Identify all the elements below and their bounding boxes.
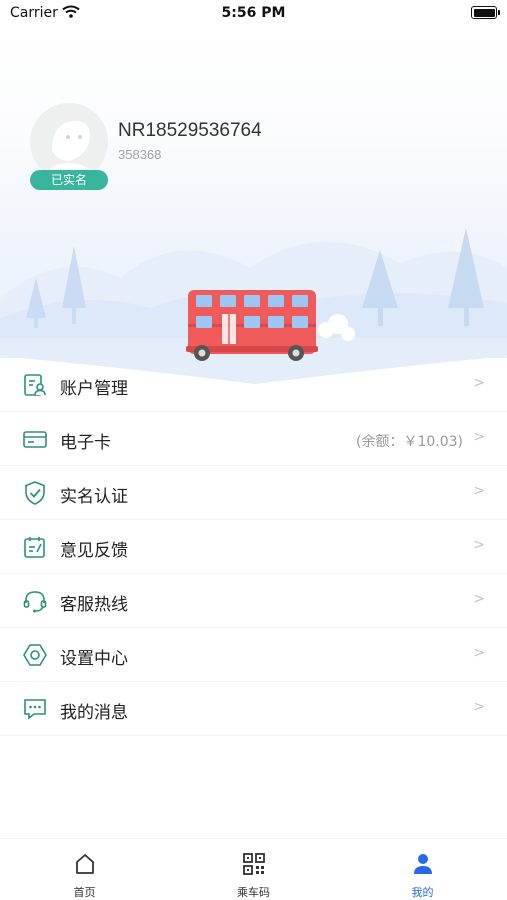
account-icon	[24, 374, 46, 396]
tab-label-home: 首页	[73, 886, 96, 899]
menu-list: 账户管理 > 电子卡 (余额：￥10.03) > 实名认证 > 意见反馈 > 客…	[0, 358, 507, 736]
card-icon	[23, 431, 47, 448]
menu-item-ecard[interactable]: 电子卡 (余额：￥10.03) >	[0, 412, 507, 466]
menu-label-account: 账户管理	[60, 379, 128, 399]
shield-check-icon	[25, 481, 45, 505]
menu-label-ecard: 电子卡	[60, 433, 111, 453]
menu-item-messages[interactable]: 我的消息 >	[0, 682, 507, 736]
chevron-right-icon: >	[473, 429, 485, 445]
clock: 5:56 PM	[221, 5, 286, 21]
menu-item-verification[interactable]: 实名认证 >	[0, 466, 507, 520]
chevron-right-icon: >	[473, 537, 485, 553]
user-id: 358368	[118, 147, 162, 162]
chevron-right-icon: >	[473, 375, 485, 391]
menu-label-feedback: 意见反馈	[60, 541, 128, 561]
tab-bar: 首页 乘车码 我的	[0, 838, 507, 900]
tab-home[interactable]: 首页	[0, 839, 169, 900]
tab-label-ride-code: 乘车码	[237, 886, 270, 899]
qr-code-icon	[243, 853, 265, 875]
chevron-right-icon: >	[473, 483, 485, 499]
tab-label-mine: 我的	[411, 886, 434, 899]
settings-icon	[23, 644, 47, 666]
username: NR18529536764	[118, 120, 262, 141]
card-balance: (余额：￥10.03)	[355, 434, 463, 450]
app-screen: Carrier 5:56 PM 已实名 NR18529536764 358368…	[0, 0, 507, 900]
tab-mine[interactable]: 我的	[338, 839, 507, 900]
tab-ride-code[interactable]: 乘车码	[169, 839, 338, 900]
menu-label-settings: 设置中心	[60, 649, 128, 669]
menu-item-settings[interactable]: 设置中心 >	[0, 628, 507, 682]
menu-label-hotline: 客服热线	[60, 595, 128, 615]
chevron-right-icon: >	[473, 591, 485, 607]
status-bar: Carrier 5:56 PM	[0, 0, 507, 28]
menu-label-verification: 实名认证	[60, 487, 128, 507]
user-icon	[414, 854, 432, 874]
profile-header	[0, 28, 507, 384]
home-icon	[76, 854, 94, 874]
menu-item-account[interactable]: 账户管理 >	[0, 358, 507, 412]
battery-icon	[471, 6, 500, 19]
chevron-right-icon: >	[473, 645, 485, 661]
feedback-icon	[24, 537, 45, 558]
message-icon	[24, 699, 46, 720]
menu-item-hotline[interactable]: 客服热线 >	[0, 574, 507, 628]
headset-icon	[23, 591, 47, 613]
chevron-right-icon: >	[473, 699, 485, 715]
menu-item-feedback[interactable]: 意见反馈 >	[0, 520, 507, 574]
menu-label-messages: 我的消息	[60, 703, 128, 723]
verified-badge: 已实名	[30, 170, 108, 190]
